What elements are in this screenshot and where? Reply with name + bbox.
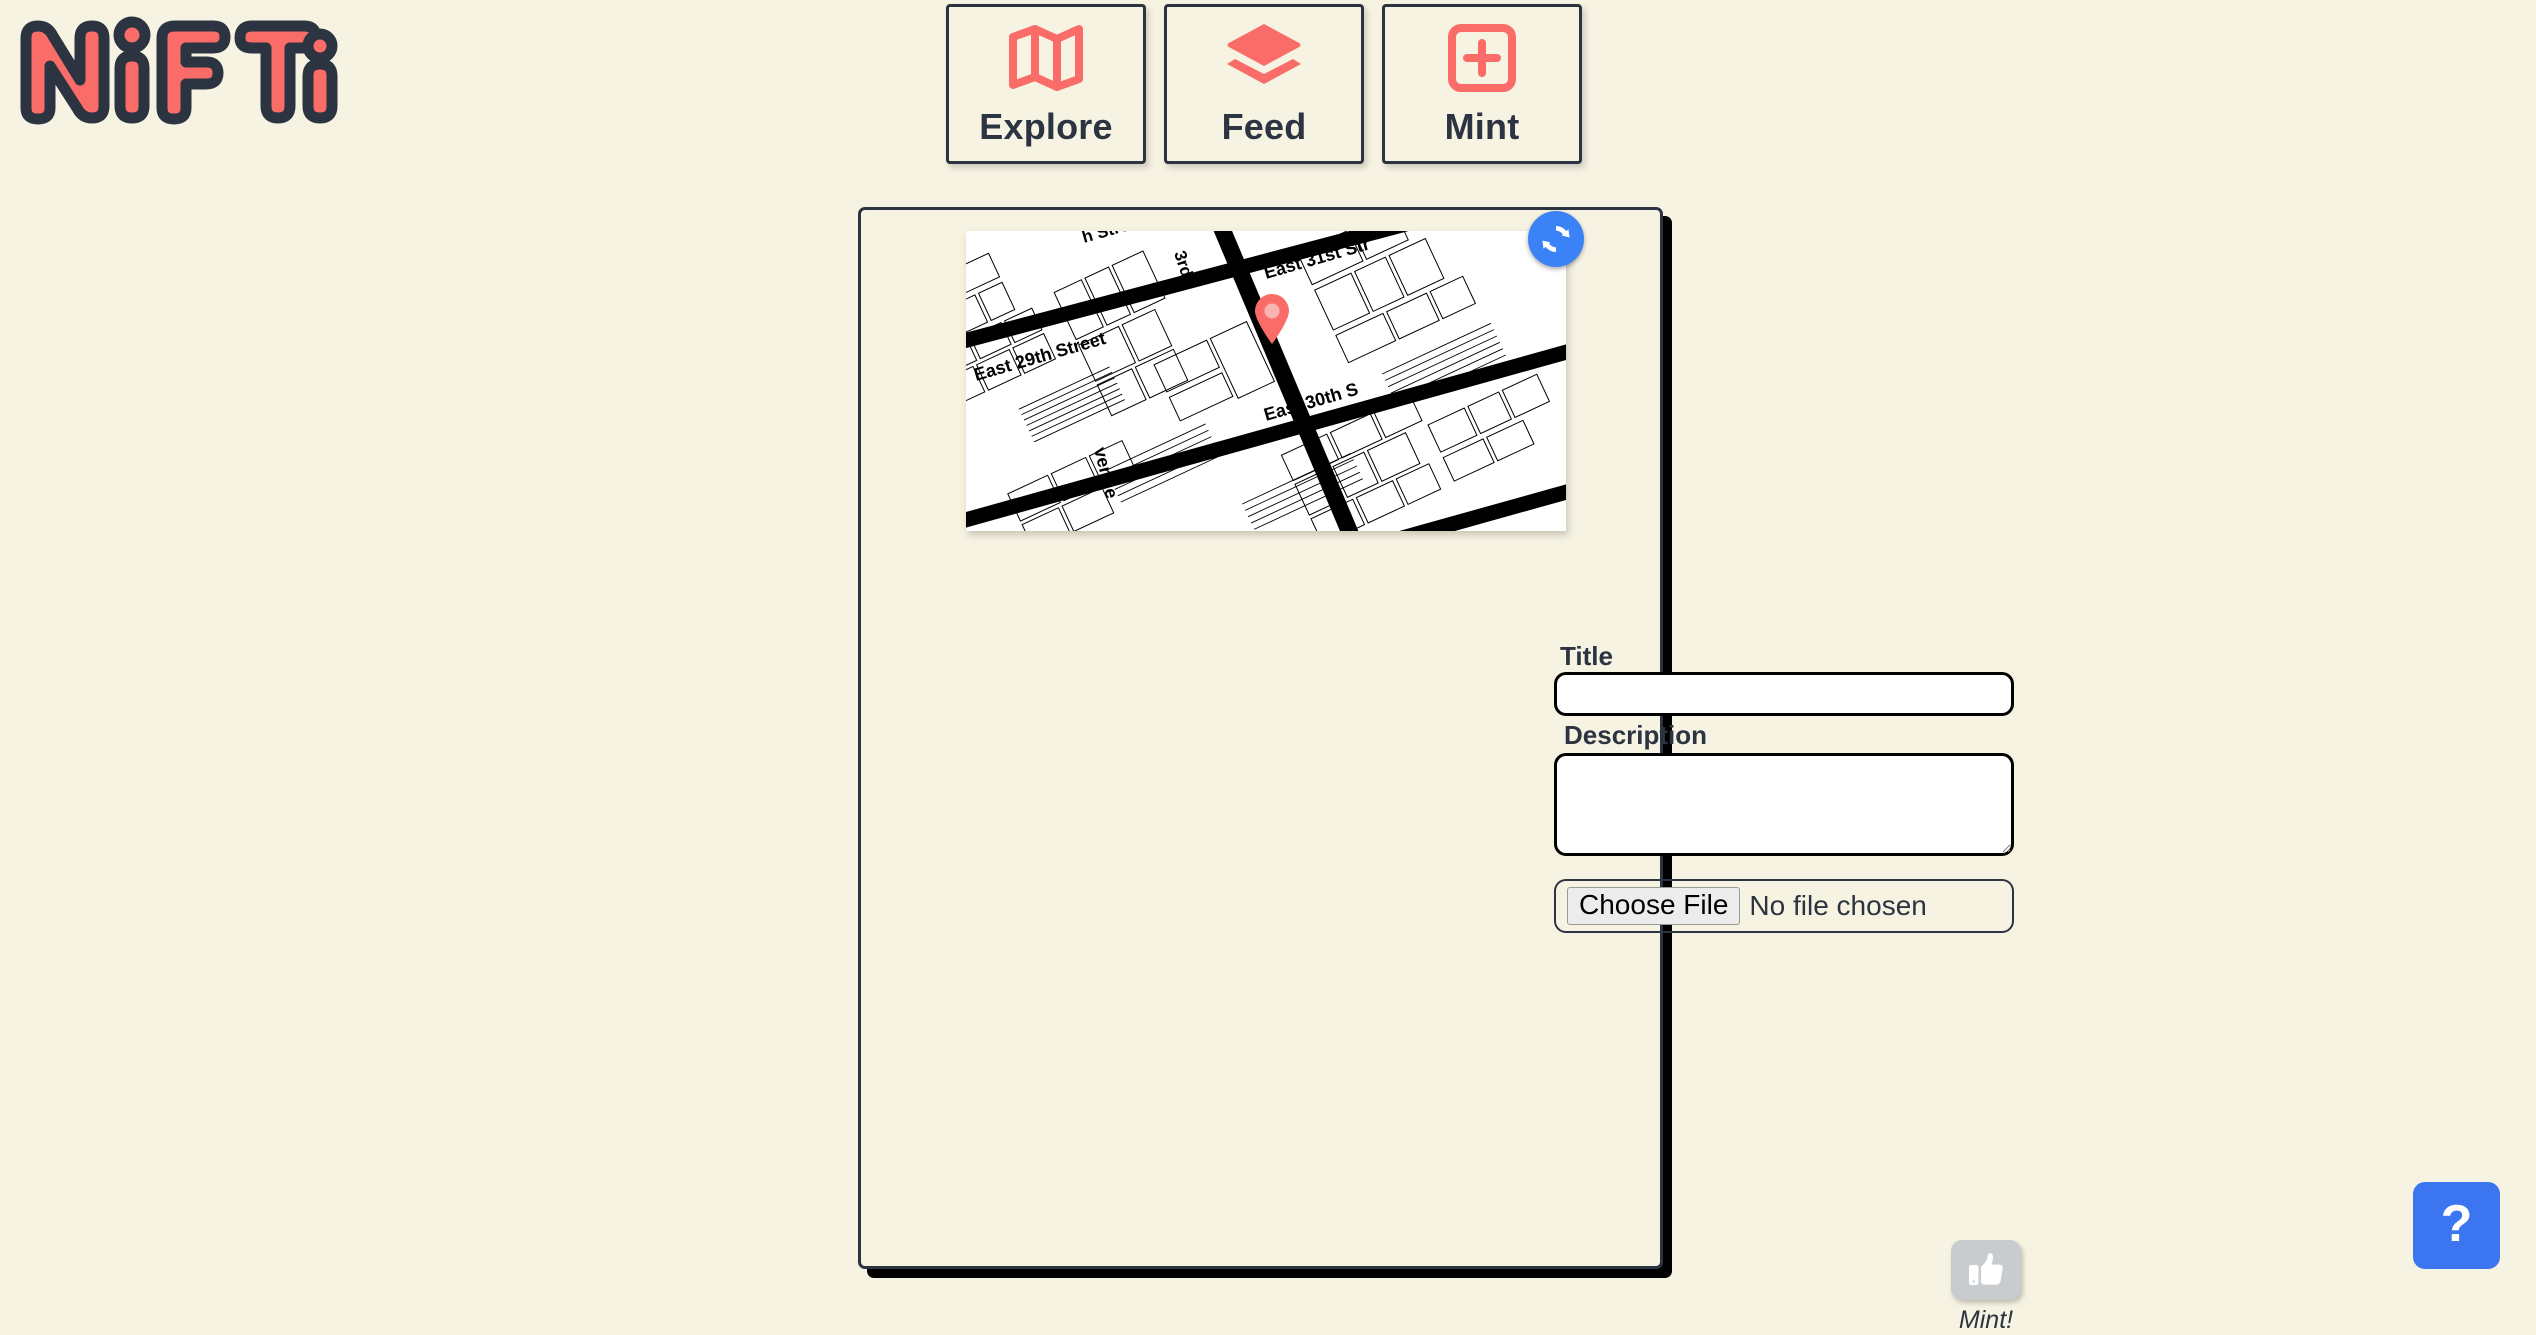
map-canvas[interactable]: h Street 3rd East 31st Str East 30th S E… <box>966 231 1566 531</box>
plus-square-icon <box>1446 16 1518 100</box>
description-label: Description <box>1564 720 1708 750</box>
nav-label-explore: Explore <box>979 106 1113 147</box>
nav-label-mint: Mint <box>1444 106 1520 147</box>
refresh-map-button[interactable] <box>1528 211 1584 267</box>
file-status-text: No file chosen <box>1749 890 1927 921</box>
description-input[interactable] <box>1554 753 2014 856</box>
nav-button-mint[interactable]: Mint <box>1382 4 1582 164</box>
mint-button-label: Mint! <box>1958 1306 2014 1334</box>
help-button[interactable]: ? <box>2413 1182 2500 1269</box>
main-navigation: Explore Feed Mint <box>946 4 1582 164</box>
refresh-icon <box>1542 226 1570 252</box>
location-map[interactable]: h Street 3rd East 31st Str East 30th S E… <box>966 211 1584 531</box>
mint-button[interactable] <box>1951 1240 2021 1300</box>
question-mark-icon: ? <box>2440 1194 2473 1253</box>
app-logo-wordmark <box>20 16 338 125</box>
map-graphic: h Street 3rd East 31st Str East 30th S E… <box>966 231 1566 531</box>
nav-label-feed: Feed <box>1221 106 1307 147</box>
mint-card: h Street 3rd East 31st Str East 30th S E… <box>858 207 2021 1334</box>
title-input[interactable] <box>1554 672 2014 716</box>
nav-button-explore[interactable]: Explore <box>946 4 1146 164</box>
title-label: Title <box>1560 641 1613 671</box>
location-pin-icon <box>1255 294 1289 344</box>
layers-icon <box>1225 16 1303 100</box>
map-icon <box>1007 16 1085 100</box>
app-logo[interactable] <box>8 6 338 131</box>
thumbs-up-icon <box>1969 1253 2003 1285</box>
mint-action: Mint! <box>1945 1240 2027 1335</box>
nav-button-feed[interactable]: Feed <box>1164 4 1364 164</box>
choose-file-button[interactable]: Choose File <box>1567 886 1741 926</box>
file-upload-field[interactable]: Choose File No file chosen <box>1554 879 2014 933</box>
